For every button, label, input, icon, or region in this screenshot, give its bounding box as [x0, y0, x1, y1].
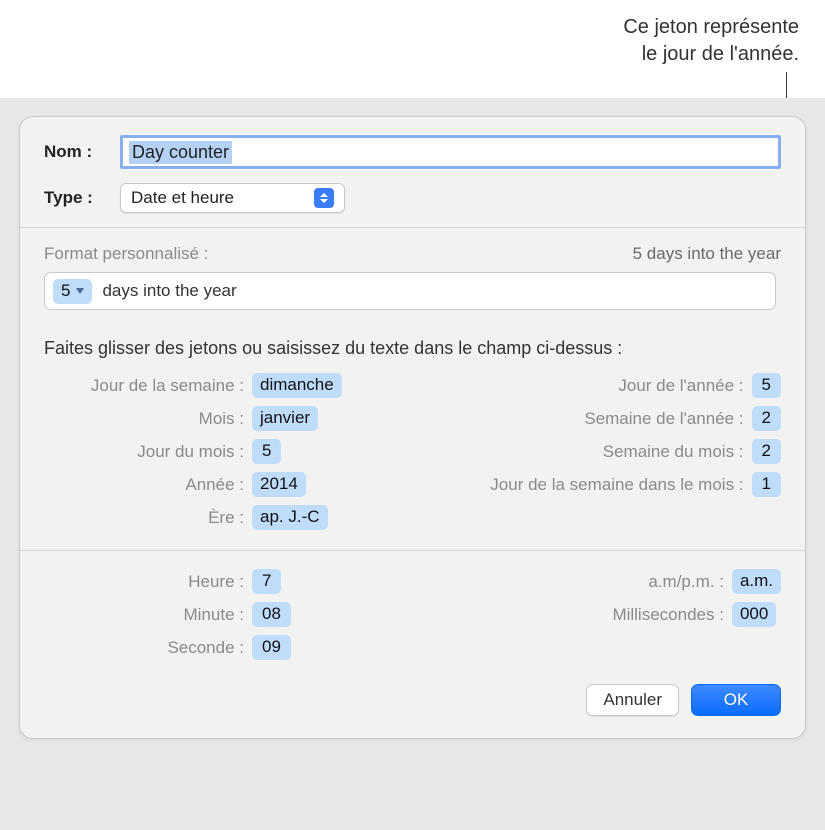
- callout-text-line1: Ce jeton représente: [623, 14, 799, 41]
- token-day-of-week[interactable]: dimanche: [252, 373, 342, 398]
- format-token-day-of-year[interactable]: 5: [53, 279, 92, 304]
- token-weekday-in-month[interactable]: 1: [752, 472, 781, 497]
- label-week-of-year: Semaine de l'année :: [494, 409, 744, 429]
- cancel-button[interactable]: Annuler: [586, 684, 679, 716]
- format-preview: 5 days into the year: [633, 244, 781, 264]
- format-label: Format personnalisé :: [44, 244, 208, 264]
- name-input-value: Day counter: [129, 141, 232, 164]
- token-second[interactable]: 09: [252, 635, 291, 660]
- token-day-of-month[interactable]: 5: [252, 439, 281, 464]
- label-ampm: a.m/p.m. :: [474, 572, 724, 592]
- token-day-of-year[interactable]: 5: [752, 373, 781, 398]
- time-token-grid: Heure : 7 a.m/p.m. : a.m. Minute : 08 Mi…: [44, 569, 781, 660]
- format-section: Format personnalisé : 5 days into the ye…: [20, 228, 805, 320]
- token-minute[interactable]: 08: [252, 602, 291, 627]
- header-section: Nom : Day counter Type : Date et heure: [20, 117, 805, 227]
- callout-annotation: Ce jeton représente le jour de l'année.: [623, 14, 799, 68]
- format-field[interactable]: 5 days into the year: [44, 272, 776, 310]
- format-token-value: 5: [61, 281, 70, 301]
- time-tokens-section: Heure : 7 a.m/p.m. : a.m. Minute : 08 Mi…: [20, 551, 805, 670]
- token-week-of-year[interactable]: 2: [752, 406, 781, 431]
- label-weekday-in-month: Jour de la semaine dans le mois :: [490, 475, 743, 495]
- token-year[interactable]: 2014: [252, 472, 306, 497]
- token-era[interactable]: ap. J.-C: [252, 505, 328, 530]
- name-input[interactable]: Day counter: [120, 135, 781, 169]
- name-label: Nom :: [44, 142, 120, 162]
- select-arrows-icon: [314, 188, 334, 208]
- label-day-of-week: Jour de la semaine :: [44, 376, 244, 396]
- label-day-of-year: Jour de l'année :: [494, 376, 744, 396]
- token-milliseconds[interactable]: 000: [732, 602, 776, 627]
- date-tokens-section: Faites glisser des jetons ou saisissez d…: [20, 320, 805, 550]
- label-week-of-month: Semaine du mois :: [494, 442, 744, 462]
- type-select-value: Date et heure: [131, 188, 234, 208]
- label-hour: Heure :: [44, 572, 244, 592]
- token-ampm[interactable]: a.m.: [732, 569, 781, 594]
- custom-format-dialog: Nom : Day counter Type : Date et heure F…: [19, 116, 806, 739]
- format-suffix-text: days into the year: [102, 281, 236, 301]
- ok-button[interactable]: OK: [691, 684, 781, 716]
- chevron-down-icon: [76, 288, 84, 294]
- button-row: Annuler OK: [20, 670, 805, 738]
- date-token-grid: Jour de la semaine : dimanche Jour de l'…: [44, 373, 781, 530]
- token-week-of-month[interactable]: 2: [752, 439, 781, 464]
- label-day-of-month: Jour du mois :: [44, 442, 244, 462]
- callout-text-line2: le jour de l'année.: [623, 41, 799, 68]
- instructions-text: Faites glisser des jetons ou saisissez d…: [44, 338, 781, 359]
- label-era: Ère :: [44, 508, 244, 528]
- token-hour[interactable]: 7: [252, 569, 281, 594]
- label-minute: Minute :: [44, 605, 244, 625]
- label-milliseconds: Millisecondes :: [474, 605, 724, 625]
- type-label: Type :: [44, 188, 120, 208]
- label-month: Mois :: [44, 409, 244, 429]
- type-select[interactable]: Date et heure: [120, 183, 345, 213]
- label-second: Seconde :: [44, 638, 244, 658]
- token-month[interactable]: janvier: [252, 406, 318, 431]
- label-year: Année :: [44, 475, 244, 495]
